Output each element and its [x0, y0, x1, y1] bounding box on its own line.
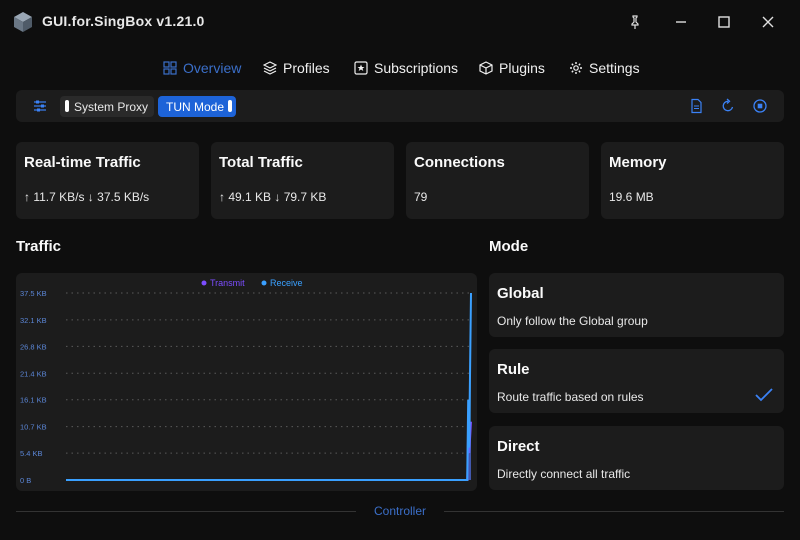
memory-value: 19.6 MB [609, 190, 654, 204]
system-proxy-label: System Proxy [74, 99, 149, 114]
tab-subscriptions[interactable]: Subscriptions [354, 57, 458, 79]
pin-icon[interactable] [625, 12, 645, 32]
layers-icon [263, 61, 277, 75]
series-area-receive [66, 293, 471, 480]
y-tick-label: 32.1 KB [20, 316, 47, 325]
total-traffic-card: Total Traffic ↑ 49.1 KB ↓ 79.7 KB [211, 142, 394, 219]
mode-global-desc: Only follow the Global group [497, 314, 648, 328]
system-proxy-toggle[interactable]: System Proxy [60, 96, 155, 117]
series-line-transmit [66, 421, 472, 481]
mode-direct-title: Direct [497, 438, 540, 455]
footer-divider-left [16, 511, 356, 512]
realtime-traffic-value: ↑ 11.7 KB/s ↓ 37.5 KB/s [24, 190, 150, 204]
series-area-transmit [66, 421, 471, 480]
traffic-section-title: Traffic [16, 238, 62, 255]
overview-icon [163, 61, 177, 75]
legend-marker [201, 280, 207, 286]
restart-icon[interactable] [720, 98, 736, 114]
tab-profiles[interactable]: Profiles [263, 57, 330, 79]
legend-marker [261, 280, 267, 286]
realtime-traffic-card: Real-time Traffic ↑ 11.7 KB/s ↓ 37.5 KB/… [16, 142, 199, 219]
minimize-button[interactable] [671, 12, 691, 32]
package-icon [479, 61, 493, 75]
tun-mode-toggle[interactable]: TUN Mode [158, 96, 237, 117]
series-line-receive [66, 292, 472, 481]
maximize-button[interactable] [714, 12, 734, 32]
mode-rule-title: Rule [497, 361, 530, 378]
connections-value: 79 [414, 190, 428, 204]
total-traffic-title: Total Traffic [219, 154, 303, 171]
mode-global-card[interactable]: Global Only follow the Global group [489, 273, 784, 337]
app-title: GUI.for.SingBox v1.21.0 [42, 13, 205, 29]
mode-rule-card[interactable]: Rule Route traffic based on rules [489, 349, 784, 413]
gear-icon [570, 62, 582, 74]
subscription-icon [354, 61, 368, 75]
tab-overview[interactable]: Overview [163, 57, 241, 79]
mode-direct-desc: Directly connect all traffic [497, 467, 631, 481]
tab-overview-label: Overview [183, 60, 242, 76]
memory-title: Memory [609, 154, 667, 171]
y-tick-label: 21.4 KB [20, 369, 47, 378]
mode-rule-desc: Route traffic based on rules [497, 390, 644, 404]
y-tick-label: 0 B [20, 476, 31, 485]
checkmark-icon [755, 388, 773, 402]
footer-divider-right [444, 511, 784, 512]
proxy-toolbar: System Proxy TUN Mode [16, 90, 784, 122]
legend-label[interactable]: Transmit [210, 278, 245, 288]
traffic-chart: 0 B 5.4 KB 10.7 KB 16.1 KB 21.4 KB 26.8 KB 32.… [16, 273, 477, 491]
y-tick-label: 5.4 KB [20, 449, 43, 458]
realtime-traffic-title: Real-time Traffic [24, 154, 141, 171]
mode-global-title: Global [497, 285, 544, 302]
log-file-icon[interactable] [688, 98, 704, 114]
y-tick-label: 37.5 KB [20, 289, 47, 298]
tab-subscriptions-label: Subscriptions [374, 60, 459, 76]
close-button[interactable] [758, 12, 778, 32]
tab-settings[interactable]: Settings [569, 57, 640, 79]
app-logo-icon [14, 12, 32, 32]
memory-card: Memory 19.6 MB [601, 142, 784, 219]
tab-plugins-label: Plugins [499, 60, 545, 76]
tab-settings-label: Settings [589, 60, 640, 76]
mode-section-title: Mode [489, 238, 529, 255]
connections-card[interactable]: Connections 79 [406, 142, 589, 219]
stop-icon[interactable] [752, 98, 768, 114]
traffic-chart-svg: 0 B 5.4 KB 10.7 KB 16.1 KB 21.4 KB 26.8 KB 32.… [20, 278, 472, 485]
y-tick-label: 16.1 KB [20, 396, 47, 405]
connections-title: Connections [414, 154, 505, 171]
tun-mode-label: TUN Mode [166, 99, 225, 114]
tab-profiles-label: Profiles [283, 60, 330, 76]
legend-label[interactable]: Receive [270, 278, 303, 288]
y-tick-label: 10.7 KB [20, 423, 47, 432]
title-bar: GUI.for.SingBox v1.21.0 [0, 0, 800, 44]
tab-plugins[interactable]: Plugins [479, 57, 545, 79]
main-nav: Overview Profiles Subscriptions Plugins … [0, 57, 800, 79]
y-tick-label: 26.8 KB [20, 342, 47, 351]
mode-direct-card[interactable]: Direct Directly connect all traffic [489, 426, 784, 490]
total-traffic-value: ↑ 49.1 KB ↓ 79.7 KB [219, 190, 327, 204]
controller-link[interactable]: Controller [360, 504, 440, 518]
sliders-icon[interactable] [32, 98, 48, 114]
